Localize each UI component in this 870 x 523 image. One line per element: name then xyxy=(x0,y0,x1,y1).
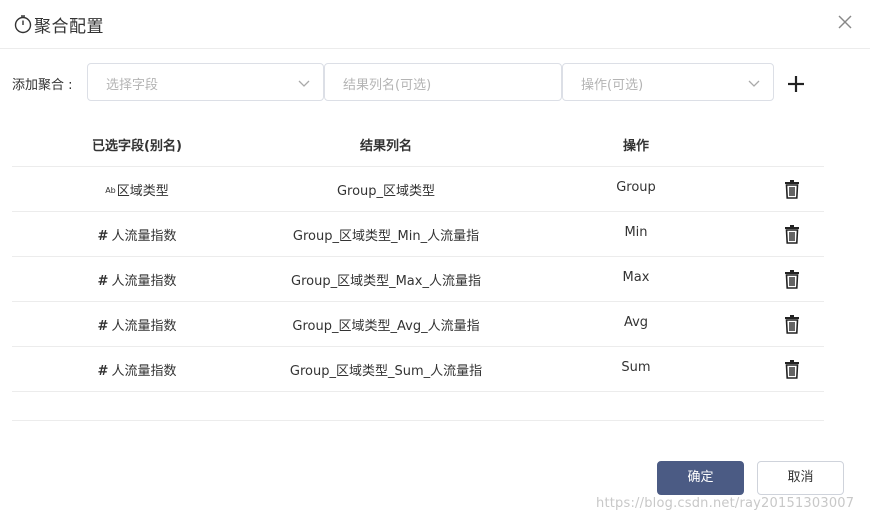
result-name-cell: Group_区域类型 xyxy=(336,184,436,199)
table-row: # 人流量指数 Group_区域类型_Sum_人流量指 Sum xyxy=(12,347,824,392)
operation-cell: Group xyxy=(616,180,656,195)
number-type-icon: # xyxy=(97,364,109,379)
operation-select-placeholder: 操作(可选) xyxy=(581,78,644,93)
operation-cell: Sum xyxy=(621,360,651,375)
trash-icon[interactable] xyxy=(782,314,802,334)
result-name-input[interactable]: 结果列名(可选) xyxy=(324,63,562,101)
number-type-icon: # xyxy=(97,319,109,334)
chevron-down-icon xyxy=(748,80,760,87)
dialog-header: 聚合配置 xyxy=(0,0,870,49)
header-operation: 操作 xyxy=(622,139,650,154)
result-name-cell: Group_区域类型_Min_人流量指 xyxy=(292,229,480,244)
table-row: # 人流量指数 Group_区域类型_Avg_人流量指 Avg xyxy=(12,302,824,347)
field-select-placeholder: 选择字段 xyxy=(106,78,159,93)
cancel-button[interactable]: 取消 xyxy=(757,461,844,495)
text-type-icon: Ab xyxy=(105,186,116,195)
header-result-name: 结果列名 xyxy=(359,139,413,154)
table-row: # 人流量指数 Group_区域类型_Max_人流量指 Max xyxy=(12,257,824,302)
timer-icon xyxy=(14,15,32,34)
aggregation-table: 已选字段(别名) 结果列名 操作 Ab区域类型 Group_区域类型 Group… xyxy=(12,122,824,392)
close-icon[interactable] xyxy=(836,13,854,31)
chevron-down-icon xyxy=(298,80,310,87)
field-name: 人流量指数 xyxy=(111,364,177,379)
header-selected-field: 已选字段(别名) xyxy=(92,139,182,154)
table-header: 已选字段(别名) 结果列名 操作 xyxy=(12,122,824,167)
aggregation-config-dialog: 聚合配置 添加聚合 : 选择字段 结果列名(可选) 操作(可选) 已选字段(别名… xyxy=(0,0,870,523)
number-type-icon: # xyxy=(97,274,109,289)
operation-cell: Avg xyxy=(623,315,649,330)
trash-icon[interactable] xyxy=(782,179,802,199)
result-name-cell: Group_区域类型_Avg_人流量指 xyxy=(292,319,480,334)
table-bottom-divider xyxy=(12,420,824,421)
number-type-icon: # xyxy=(97,229,109,244)
dialog-title: 聚合配置 xyxy=(34,17,104,37)
field-cell: Ab区域类型 xyxy=(105,180,169,199)
confirm-button[interactable]: 确定 xyxy=(657,461,744,495)
trash-icon[interactable] xyxy=(782,269,802,289)
result-name-placeholder: 结果列名(可选) xyxy=(343,78,432,93)
trash-icon[interactable] xyxy=(782,224,802,244)
field-name: 人流量指数 xyxy=(111,229,177,244)
field-name: 人流量指数 xyxy=(111,274,177,289)
field-cell: # 人流量指数 xyxy=(98,315,177,334)
table-row: # 人流量指数 Group_区域类型_Min_人流量指 Min xyxy=(12,212,824,257)
operation-cell: Min xyxy=(624,225,648,240)
table-row: Ab区域类型 Group_区域类型 Group xyxy=(12,167,824,212)
field-cell: # 人流量指数 xyxy=(98,225,177,244)
add-aggregation-row: 添加聚合 : 选择字段 结果列名(可选) 操作(可选) xyxy=(0,62,870,104)
add-aggregation-label: 添加聚合 : xyxy=(12,78,73,93)
field-cell: # 人流量指数 xyxy=(98,360,177,379)
field-select[interactable]: 选择字段 xyxy=(87,63,324,101)
trash-icon[interactable] xyxy=(782,359,802,379)
plus-icon[interactable] xyxy=(787,75,805,93)
result-name-cell: Group_区域类型_Sum_人流量指 xyxy=(289,364,483,379)
field-name: 区域类型 xyxy=(116,184,169,199)
field-cell: # 人流量指数 xyxy=(98,270,177,289)
field-name: 人流量指数 xyxy=(111,319,177,334)
operation-cell: Max xyxy=(622,270,650,285)
operation-select[interactable]: 操作(可选) xyxy=(562,63,774,101)
result-name-cell: Group_区域类型_Max_人流量指 xyxy=(291,274,481,289)
watermark: https://blog.csdn.net/ray20151303007 xyxy=(596,496,855,511)
